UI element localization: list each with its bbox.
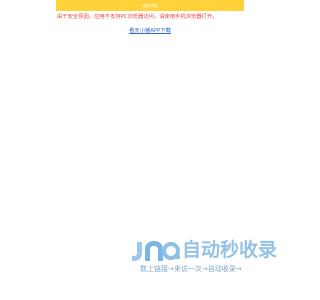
top-banner: 请在浏览 [56,0,244,11]
download-link-wrapper: 看天小猪APP下载 [0,27,300,35]
app-download-link[interactable]: 看天小猪APP下载 [129,28,171,34]
logo-subtitle: 数上链接→来访一次→自动收录→ [140,265,242,273]
pc-access-warning: 由于安全原因，应用不支持PC浏览器访问，请使用手机浏览器打开。 [57,14,218,20]
page-root: 请在浏览 由于安全原因，应用不支持PC浏览器访问，请使用手机浏览器打开。 看天小… [0,0,300,300]
top-banner-label: 请在浏览 [142,3,158,8]
logo-title: 自动秒收录 [182,239,278,261]
jn-logo-icon [132,241,180,261]
auto-index-logo: 自动秒收录 数上链接→来访一次→自动收录→ [130,237,282,281]
